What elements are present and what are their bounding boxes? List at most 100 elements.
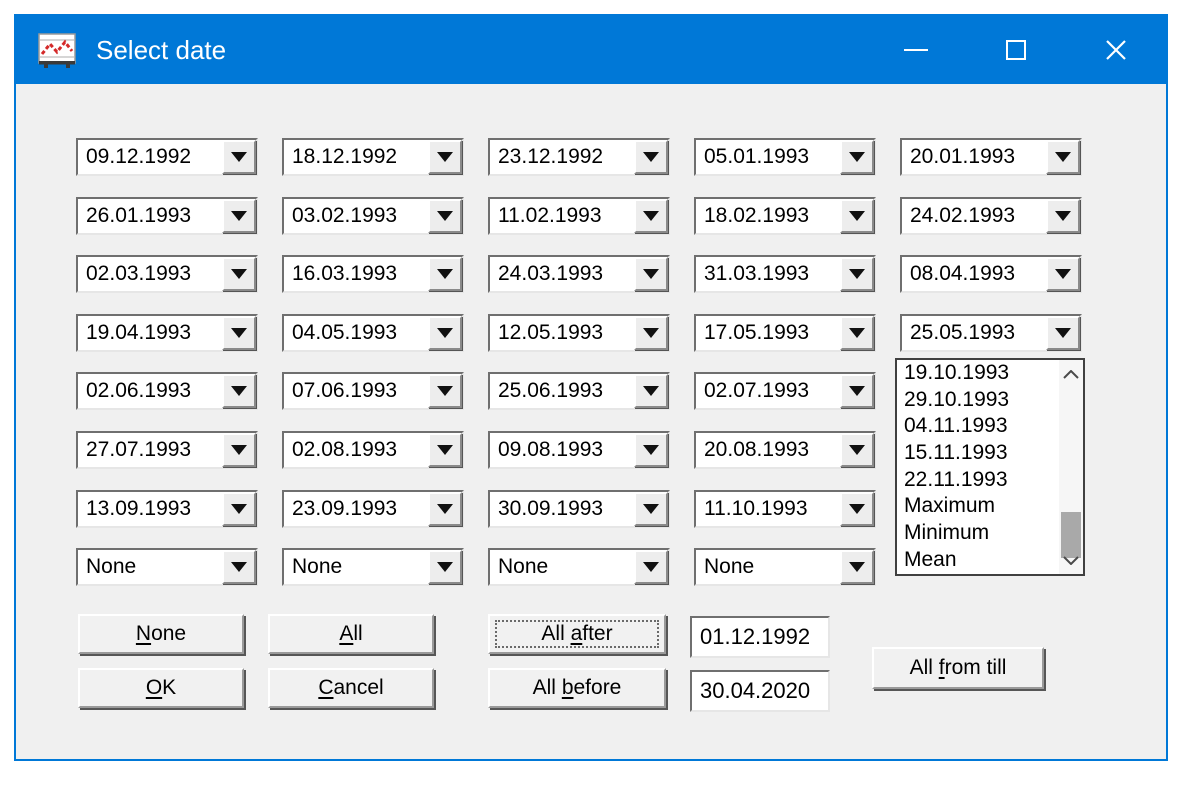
date-combobox[interactable]: 26.01.1993 — [76, 197, 258, 235]
dropdown-arrow-icon[interactable] — [634, 433, 668, 467]
date-combobox[interactable]: 02.06.1993 — [76, 372, 258, 410]
date-combobox[interactable]: 24.03.1993 — [488, 255, 670, 293]
list-item[interactable]: 04.11.1993 — [897, 413, 1059, 440]
dropdown-arrow-icon[interactable] — [222, 316, 256, 350]
date-combobox[interactable]: 09.08.1993 — [488, 431, 670, 469]
date-combobox[interactable]: 11.02.1993 — [488, 197, 670, 235]
list-item[interactable]: 15.11.1993 — [897, 440, 1059, 467]
down-triangle-icon — [643, 445, 659, 455]
date-combobox[interactable]: 07.06.1993 — [282, 372, 464, 410]
minimize-button[interactable] — [866, 16, 966, 84]
dropdown-arrow-icon[interactable] — [634, 492, 668, 526]
all-from-till-button[interactable]: All from till — [872, 647, 1044, 689]
dropdown-arrow-icon[interactable] — [634, 374, 668, 408]
list-item[interactable]: Maximum — [897, 493, 1059, 520]
date-combobox[interactable]: 18.12.1992 — [282, 138, 464, 176]
scroll-down-button[interactable] — [1059, 548, 1083, 572]
all-before-date-field[interactable] — [690, 670, 830, 712]
dropdown-arrow-icon[interactable] — [428, 257, 462, 291]
all-before-button[interactable]: All before — [488, 668, 666, 708]
date-combobox[interactable]: 03.02.1993 — [282, 197, 464, 235]
dropdown-arrow-icon[interactable] — [1046, 199, 1080, 233]
dropdown-arrow-icon[interactable] — [428, 550, 462, 584]
list-item[interactable]: 22.11.1993 — [897, 467, 1059, 494]
date-combobox[interactable]: 05.01.1993 — [694, 138, 876, 176]
date-dropdown-list[interactable]: 19.10.199329.10.199304.11.199315.11.1993… — [895, 358, 1085, 576]
button-label: All — [533, 676, 562, 700]
dropdown-arrow-icon[interactable] — [1046, 257, 1080, 291]
dropdown-arrow-icon[interactable] — [1046, 316, 1080, 350]
dropdown-arrow-icon[interactable] — [840, 257, 874, 291]
dropdown-arrow-icon[interactable] — [840, 492, 874, 526]
date-combobox[interactable]: 17.05.1993 — [694, 314, 876, 352]
dropdown-arrow-icon[interactable] — [840, 316, 874, 350]
dropdown-arrow-icon[interactable] — [222, 199, 256, 233]
date-combobox[interactable]: None — [488, 548, 670, 586]
date-combobox[interactable]: 24.02.1993 — [900, 197, 1082, 235]
date-combobox[interactable]: 02.08.1993 — [282, 431, 464, 469]
date-combobox[interactable]: 08.04.1993 — [900, 255, 1082, 293]
dropdown-arrow-icon[interactable] — [428, 374, 462, 408]
dropdown-arrow-icon[interactable] — [634, 199, 668, 233]
dropdown-arrow-icon[interactable] — [428, 316, 462, 350]
dropdown-arrow-icon[interactable] — [1046, 140, 1080, 174]
dropdown-arrow-icon[interactable] — [428, 433, 462, 467]
dropdown-arrow-icon[interactable] — [428, 492, 462, 526]
date-combobox[interactable]: 02.07.1993 — [694, 372, 876, 410]
maximize-button[interactable] — [966, 16, 1066, 84]
date-combobox[interactable]: 20.01.1993 — [900, 138, 1082, 176]
button-label: b — [562, 676, 574, 700]
dropdown-arrow-icon[interactable] — [428, 140, 462, 174]
date-combobox[interactable]: 27.07.1993 — [76, 431, 258, 469]
dropdown-arrow-icon[interactable] — [840, 374, 874, 408]
dropdown-arrow-icon[interactable] — [428, 199, 462, 233]
date-combobox[interactable]: 04.05.1993 — [282, 314, 464, 352]
dropdown-arrow-icon[interactable] — [222, 374, 256, 408]
dropdown-arrow-icon[interactable] — [634, 257, 668, 291]
date-combobox[interactable]: 09.12.1992 — [76, 138, 258, 176]
close-button[interactable] — [1066, 16, 1166, 84]
date-combobox[interactable]: 18.02.1993 — [694, 197, 876, 235]
date-combobox[interactable]: 12.05.1993 — [488, 314, 670, 352]
dropdown-arrow-icon[interactable] — [840, 550, 874, 584]
date-combobox[interactable]: 25.06.1993 — [488, 372, 670, 410]
date-combobox[interactable]: 20.08.1993 — [694, 431, 876, 469]
all-after-date-field[interactable] — [690, 616, 830, 658]
date-combobox[interactable]: 13.09.1993 — [76, 490, 258, 528]
date-combobox[interactable]: 16.03.1993 — [282, 255, 464, 293]
dropdown-arrow-icon[interactable] — [222, 140, 256, 174]
date-combobox[interactable]: 02.03.1993 — [76, 255, 258, 293]
dropdown-arrow-icon[interactable] — [222, 550, 256, 584]
dropdown-arrow-icon[interactable] — [222, 257, 256, 291]
date-combobox[interactable]: 31.03.1993 — [694, 255, 876, 293]
date-combobox[interactable]: 19.04.1993 — [76, 314, 258, 352]
cancel-button[interactable]: Cancel — [268, 668, 434, 708]
date-combobox[interactable]: 11.10.1993 — [694, 490, 876, 528]
list-item[interactable]: Minimum — [897, 520, 1059, 547]
dropdown-arrow-icon[interactable] — [634, 316, 668, 350]
dropdown-arrow-icon[interactable] — [222, 433, 256, 467]
dropdown-arrow-icon[interactable] — [222, 492, 256, 526]
list-item[interactable]: Mean — [897, 547, 1059, 574]
date-combobox[interactable]: 25.05.1993 — [900, 314, 1082, 352]
none-button[interactable]: None — [78, 614, 244, 654]
ok-button[interactable]: OK — [78, 668, 244, 708]
list-item[interactable]: 29.10.1993 — [897, 387, 1059, 414]
date-combobox[interactable]: 23.12.1992 — [488, 138, 670, 176]
dropdown-arrow-icon[interactable] — [840, 199, 874, 233]
dropdown-arrow-icon[interactable] — [634, 550, 668, 584]
date-combobox[interactable]: None — [282, 548, 464, 586]
list-scrollbar[interactable] — [1059, 360, 1083, 574]
date-combobox[interactable]: None — [694, 548, 876, 586]
all-button[interactable]: All — [268, 614, 434, 654]
dropdown-arrow-icon[interactable] — [840, 433, 874, 467]
date-combobox[interactable]: 23.09.1993 — [282, 490, 464, 528]
dropdown-arrow-icon[interactable] — [840, 140, 874, 174]
all-after-button[interactable]: All after — [488, 614, 666, 654]
dropdown-arrow-icon[interactable] — [634, 140, 668, 174]
date-combobox[interactable]: None — [76, 548, 258, 586]
titlebar[interactable]: Select date — [16, 16, 1166, 84]
list-item[interactable]: 19.10.1993 — [897, 360, 1059, 387]
date-combobox[interactable]: 30.09.1993 — [488, 490, 670, 528]
scroll-up-button[interactable] — [1059, 362, 1083, 386]
